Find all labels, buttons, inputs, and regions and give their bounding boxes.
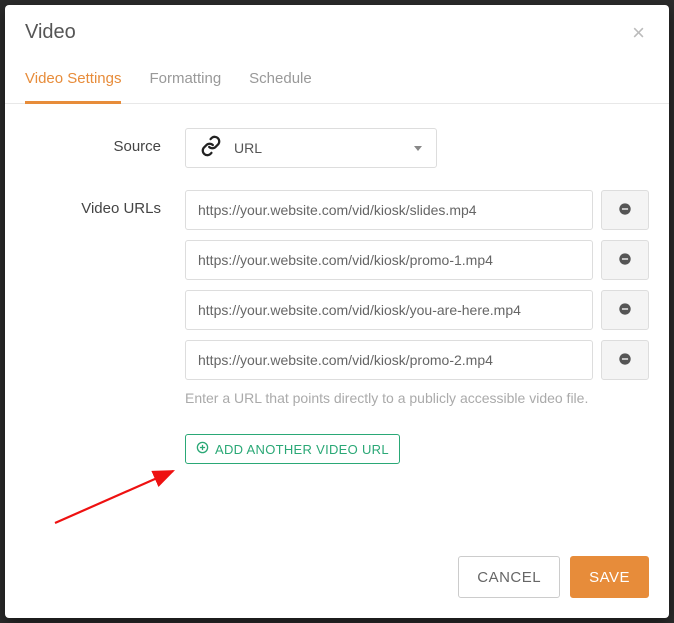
- link-icon: [200, 135, 222, 162]
- plus-circle-icon: [196, 441, 209, 457]
- source-dropdown[interactable]: URL: [185, 128, 437, 168]
- remove-url-button-3[interactable]: [601, 290, 649, 330]
- source-row: Source URL: [25, 128, 649, 168]
- add-button-label: ADD ANOTHER VIDEO URL: [215, 442, 389, 457]
- urls-label: Video URLs: [25, 190, 185, 464]
- urls-control: Enter a URL that points directly to a pu…: [185, 190, 649, 464]
- modal-title: Video: [25, 21, 76, 44]
- url-row: [185, 190, 649, 230]
- close-icon: ×: [632, 20, 645, 45]
- video-url-input-4[interactable]: [185, 340, 593, 380]
- remove-url-button-2[interactable]: [601, 240, 649, 280]
- save-button[interactable]: SAVE: [570, 556, 649, 598]
- source-label: Source: [25, 128, 185, 168]
- url-row: [185, 340, 649, 380]
- modal-header: Video ×: [5, 5, 669, 58]
- video-url-input-2[interactable]: [185, 240, 593, 280]
- video-url-input-1[interactable]: [185, 190, 593, 230]
- cancel-button[interactable]: CANCEL: [458, 556, 560, 598]
- url-row: [185, 240, 649, 280]
- remove-url-button-1[interactable]: [601, 190, 649, 230]
- tab-formatting[interactable]: Formatting: [149, 58, 221, 104]
- video-url-input-3[interactable]: [185, 290, 593, 330]
- tab-video-settings[interactable]: Video Settings: [25, 58, 121, 104]
- remove-icon: [618, 202, 632, 219]
- modal-footer: CANCEL SAVE: [5, 538, 669, 618]
- urls-help-text: Enter a URL that points directly to a pu…: [185, 390, 649, 406]
- url-row: [185, 290, 649, 330]
- modal-body: Source URL Video URLs: [5, 104, 669, 538]
- remove-icon: [618, 252, 632, 269]
- add-video-url-button[interactable]: ADD ANOTHER VIDEO URL: [185, 434, 400, 464]
- remove-url-button-4[interactable]: [601, 340, 649, 380]
- source-value: URL: [234, 140, 402, 156]
- source-control: URL: [185, 128, 649, 168]
- video-modal: Video × Video Settings Formatting Schedu…: [5, 5, 669, 618]
- close-button[interactable]: ×: [628, 22, 649, 44]
- remove-icon: [618, 302, 632, 319]
- tabs: Video Settings Formatting Schedule: [5, 58, 669, 104]
- chevron-down-icon: [414, 146, 422, 151]
- tab-schedule[interactable]: Schedule: [249, 58, 312, 104]
- remove-icon: [618, 352, 632, 369]
- urls-row: Video URLs: [25, 190, 649, 464]
